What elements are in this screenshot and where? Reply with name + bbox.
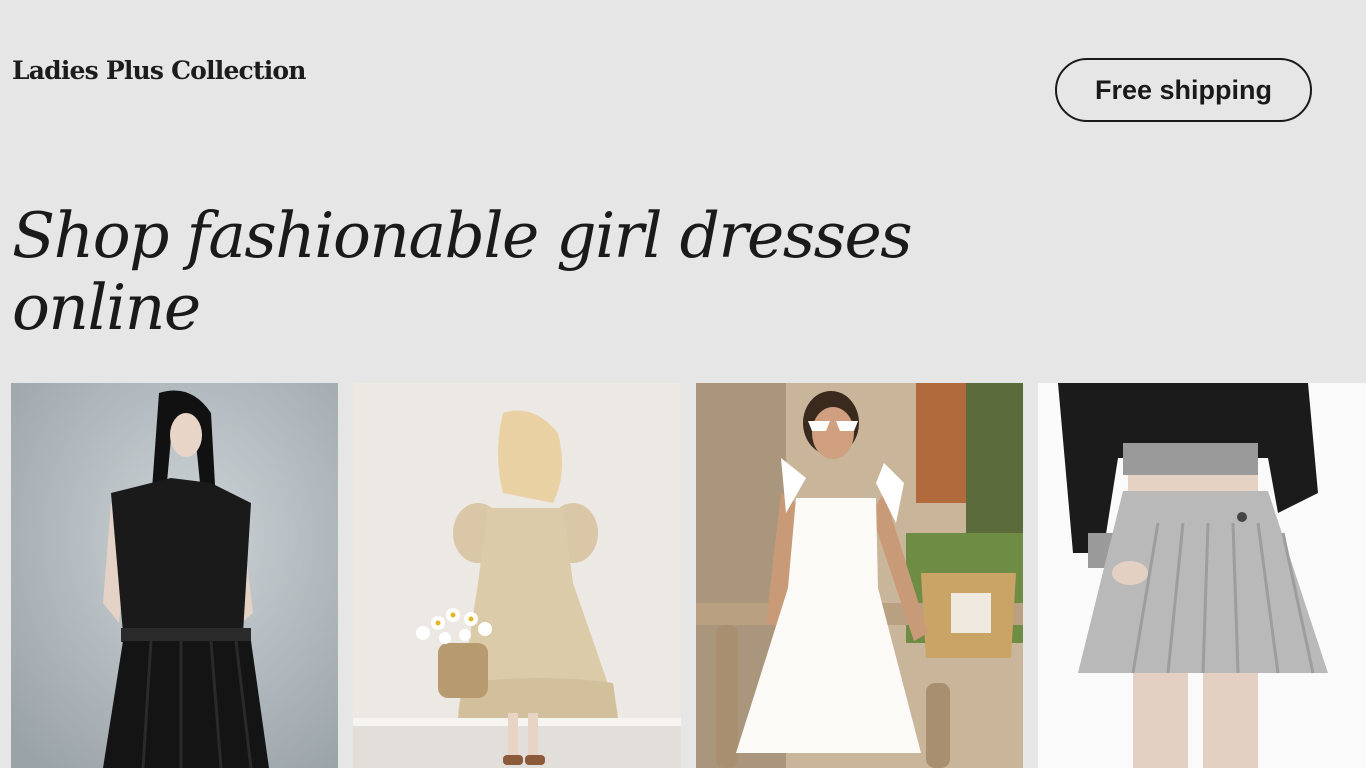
- free-shipping-button[interactable]: Free shipping: [1055, 58, 1312, 122]
- black-belted-dress-photo: [11, 383, 338, 768]
- white-tie-strap-dress-photo: [696, 383, 1023, 768]
- product-card-beige-dress[interactable]: [353, 383, 681, 768]
- page-title: Shop fashionable girl dresses online: [12, 199, 913, 344]
- product-card-grey-skirt[interactable]: [1038, 383, 1366, 768]
- grey-pleated-skirt-photo: [1038, 383, 1366, 768]
- product-card-white-dress[interactable]: [696, 383, 1023, 768]
- product-card-black-dress[interactable]: [11, 383, 338, 768]
- brand-logo[interactable]: Ladies Plus Collection: [12, 56, 306, 85]
- product-gallery: [0, 383, 1366, 768]
- beige-puff-sleeve-dress-photo: [353, 383, 681, 768]
